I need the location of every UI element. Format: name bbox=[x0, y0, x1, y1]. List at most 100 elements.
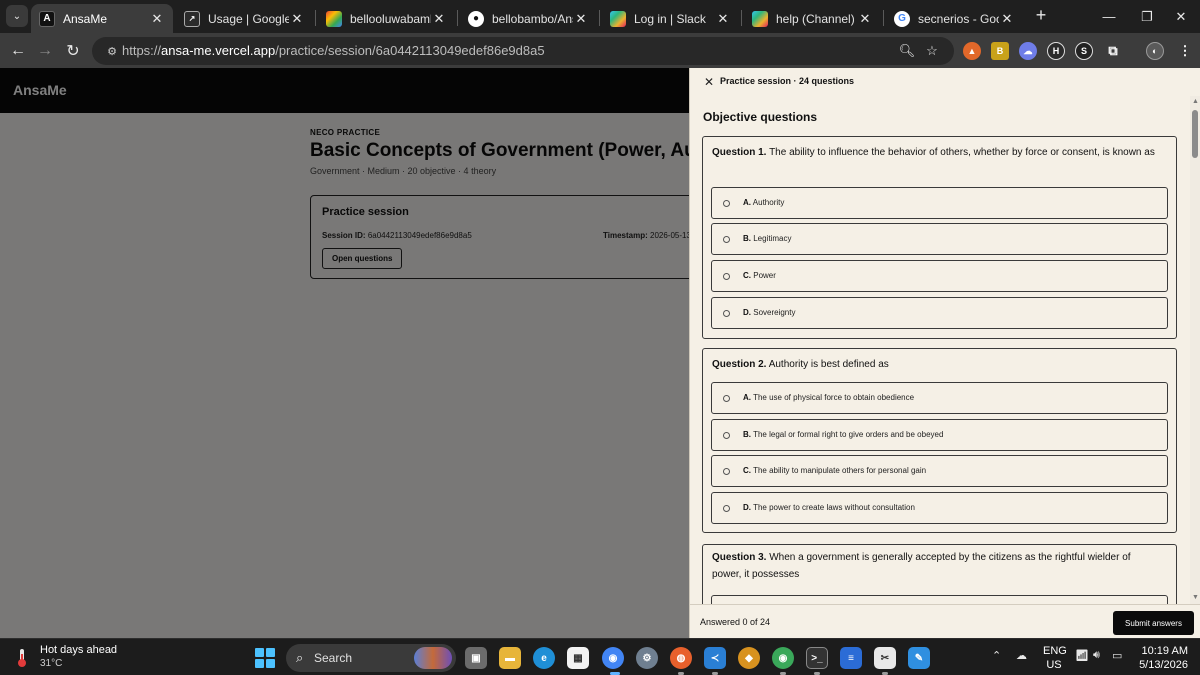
reload-icon[interactable]: ↻ bbox=[60, 38, 86, 64]
close-tab-icon[interactable]: ✕ bbox=[999, 11, 1015, 27]
section-title: Objective questions bbox=[703, 110, 818, 124]
option-letter: D. bbox=[743, 503, 751, 512]
site-info-tune-icon[interactable]: ⚙ bbox=[104, 43, 120, 59]
terminal-icon[interactable]: >_ bbox=[806, 647, 828, 669]
web-page: AnsaMe NECO PRACTICE Basic Concepts of G… bbox=[0, 68, 1200, 638]
close-tab-icon[interactable]: ✕ bbox=[431, 11, 447, 27]
submit-answers-button[interactable]: Submit answers bbox=[1113, 611, 1194, 635]
tab-search-chevron-icon[interactable]: ⌄ bbox=[6, 5, 28, 27]
answer-option[interactable]: A. Authority bbox=[711, 187, 1168, 219]
address-bar[interactable]: ⚙ https://ansa-me.vercel.app/practice/se… bbox=[92, 37, 954, 65]
settings-gear-icon[interactable]: ⚙ bbox=[636, 647, 658, 669]
answer-option[interactable] bbox=[711, 595, 1168, 604]
weather-temperature[interactable]: 31°C bbox=[40, 658, 62, 669]
onedrive-cloud-icon[interactable]: ☁ bbox=[1016, 649, 1027, 662]
browser-tab-ansame[interactable]: A AnsaMe ✕ bbox=[31, 4, 173, 33]
tab-title: bellooluwabambo6@ bbox=[350, 11, 431, 26]
wifi-icon[interactable]: 📶︎ bbox=[1075, 649, 1089, 662]
weather-headline[interactable]: Hot days ahead bbox=[40, 644, 117, 656]
answer-option[interactable]: D. Sovereignty bbox=[711, 297, 1168, 329]
new-tab-plus-icon[interactable]: + bbox=[1031, 6, 1051, 26]
extension-s-icon[interactable]: S bbox=[1075, 42, 1093, 60]
tab-title: secnerios - Google S bbox=[918, 11, 999, 26]
search-icon: ⌕ bbox=[296, 650, 304, 665]
answer-option[interactable]: C. Power bbox=[711, 260, 1168, 292]
profile-avatar-icon[interactable]: ◐ bbox=[1146, 42, 1164, 60]
scrollbar-thumb[interactable] bbox=[1192, 110, 1198, 158]
browser-menu-kebab-icon[interactable]: ⋮ bbox=[1176, 42, 1194, 60]
question-card: Question 2. Authority is best defined as… bbox=[702, 348, 1177, 533]
back-arrow-icon[interactable]: ← bbox=[5, 38, 31, 64]
extensions-puzzle-icon[interactable]: ⧉ bbox=[1104, 42, 1122, 60]
extension-h-icon[interactable]: H bbox=[1047, 42, 1065, 60]
radio-button[interactable] bbox=[723, 505, 730, 512]
tab-title: bellobambo/AnsaMe bbox=[492, 11, 573, 26]
google-icon: G bbox=[894, 10, 910, 27]
answer-option[interactable]: A. The use of physical force to obtain o… bbox=[711, 382, 1168, 414]
radio-button[interactable] bbox=[723, 395, 730, 402]
tab-title: Usage | Google AI St bbox=[208, 11, 289, 26]
microsoft-store-icon[interactable]: ▦ bbox=[567, 647, 589, 669]
firefox-icon[interactable]: ◍ bbox=[670, 647, 692, 669]
close-tab-icon[interactable]: ✕ bbox=[149, 11, 165, 27]
taskbar-search[interactable]: ⌕ Search bbox=[286, 644, 456, 672]
vscode-icon[interactable]: ≺ bbox=[704, 647, 726, 669]
google-ai-studio-icon: ↗ bbox=[184, 10, 200, 27]
volume-icon[interactable]: 🔊︎ bbox=[1093, 649, 1100, 662]
browser-tab-slack-login[interactable]: Log in | Slack ✕ bbox=[602, 4, 739, 33]
windows-start-icon[interactable] bbox=[255, 648, 275, 668]
radio-button[interactable] bbox=[723, 432, 730, 439]
scroll-down-arrow-icon[interactable]: ▼ bbox=[1192, 594, 1199, 601]
file-explorer-icon[interactable]: ▬ bbox=[499, 647, 521, 669]
browser-tab-gmail[interactable]: bellooluwabambo6@ ✕ bbox=[318, 4, 455, 33]
answer-option[interactable]: B. The legal or formal right to give ord… bbox=[711, 419, 1168, 451]
browser-tab-github[interactable]: ● bellobambo/AnsaMe ✕ bbox=[460, 4, 597, 33]
radio-button[interactable] bbox=[723, 200, 730, 207]
close-tab-icon[interactable]: ✕ bbox=[289, 11, 305, 27]
forward-arrow-icon[interactable]: → bbox=[32, 38, 58, 64]
url-text[interactable]: https://ansa-me.vercel.app/practice/sess… bbox=[122, 43, 545, 58]
answer-option[interactable]: C. The ability to manipulate others for … bbox=[711, 455, 1168, 487]
browser-tab-slack-help[interactable]: help (Channel) - Kest ✕ bbox=[744, 4, 881, 33]
chrome-icon[interactable]: ◉ bbox=[602, 647, 624, 669]
task-view-icon[interactable]: ▣ bbox=[465, 647, 487, 669]
radio-button[interactable] bbox=[723, 236, 730, 243]
metamask-extension-icon[interactable]: ▲ bbox=[963, 42, 981, 60]
option-letter: B. bbox=[743, 234, 751, 243]
brave-lion-icon[interactable]: ◆ bbox=[738, 647, 760, 669]
close-tab-icon[interactable]: ✕ bbox=[857, 11, 873, 27]
edge-browser-icon[interactable]: e bbox=[533, 647, 555, 669]
option-label: D. The power to create laws without cons… bbox=[743, 503, 915, 512]
zoom-magnifier-icon[interactable]: 🔍︎ bbox=[897, 42, 917, 60]
close-window-icon[interactable]: ✕ bbox=[1158, 0, 1200, 33]
tab-divider bbox=[883, 10, 884, 26]
radio-button[interactable] bbox=[723, 273, 730, 280]
question-prompt: When a government is generally accepted … bbox=[712, 552, 1131, 580]
questions-scroll-area[interactable]: Objective questions Question 1. The abil… bbox=[690, 96, 1190, 604]
snipping-tool-icon[interactable]: ✂ bbox=[874, 647, 896, 669]
extension-cloud-icon[interactable]: ☁ bbox=[1019, 42, 1037, 60]
close-drawer-icon[interactable]: ✕ bbox=[704, 75, 714, 89]
system-clock[interactable]: 10:19 AM 5/13/2026 bbox=[1112, 644, 1188, 672]
browser-tab-google-search[interactable]: G secnerios - Google S ✕ bbox=[886, 4, 1023, 33]
scroll-up-arrow-icon[interactable]: ▲ bbox=[1192, 98, 1199, 105]
bookmark-star-icon[interactable]: ☆ bbox=[922, 42, 942, 60]
answer-option[interactable]: D. The power to create laws without cons… bbox=[711, 492, 1168, 524]
paint-icon[interactable]: ✎ bbox=[908, 647, 930, 669]
close-tab-icon[interactable]: ✕ bbox=[715, 11, 731, 27]
slack-icon bbox=[610, 10, 626, 27]
search-highlight-art-icon bbox=[414, 647, 452, 669]
browser-tab-google-ai-studio[interactable]: ↗ Usage | Google AI St ✕ bbox=[176, 4, 313, 33]
question-card: Question 3. When a government is general… bbox=[702, 544, 1177, 604]
show-hidden-icons-chevron-icon[interactable]: ⌃ bbox=[992, 649, 1001, 662]
answer-option[interactable]: B. Legitimacy bbox=[711, 223, 1168, 255]
radio-button[interactable] bbox=[723, 468, 730, 475]
close-tab-icon[interactable]: ✕ bbox=[573, 11, 589, 27]
drawer-scrollbar[interactable]: ▲ ▼ bbox=[1190, 96, 1200, 604]
notepad-icon[interactable]: ≡ bbox=[840, 647, 862, 669]
input-language[interactable]: ENG US bbox=[1043, 644, 1067, 672]
thermometer-weather-icon[interactable] bbox=[14, 648, 30, 668]
radio-button[interactable] bbox=[723, 310, 730, 317]
extension-icon[interactable]: B bbox=[991, 42, 1009, 60]
chrome-profile-icon[interactable]: ◉ bbox=[772, 647, 794, 669]
